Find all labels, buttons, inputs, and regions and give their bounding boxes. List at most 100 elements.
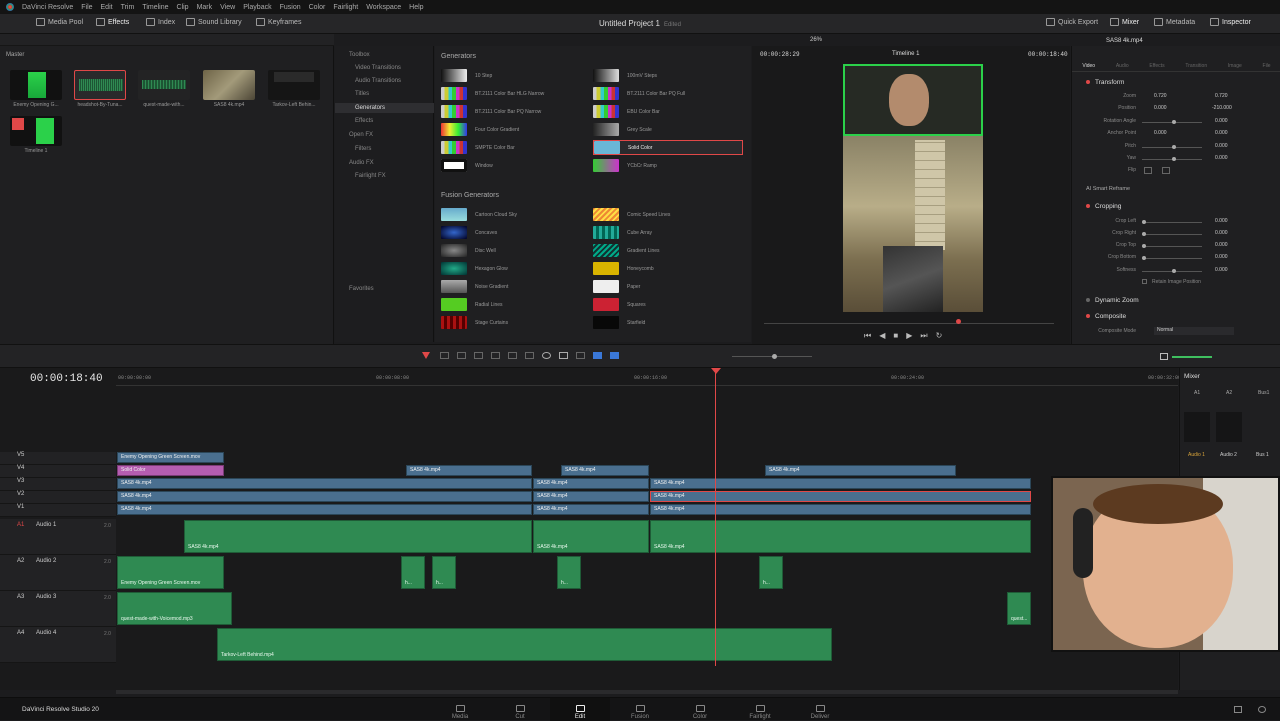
track-header-a2[interactable]: A2 Audio 2 2.0 [0,555,116,591]
generator-item[interactable]: 100mV Steps [593,68,743,83]
clip-a3-quest-end[interactable]: quest... [1007,592,1031,625]
clip-a2-headshot[interactable]: h... [557,556,581,589]
clip-v1-sas8[interactable]: SAS8 4k.mp4 [650,504,1031,515]
playhead-handle[interactable] [711,368,721,374]
track-header-v5[interactable]: V5 [0,452,116,465]
fusion-generator-item[interactable]: Stage Curtains [441,315,591,330]
master-volume-slider[interactable] [1172,356,1212,358]
home-icon[interactable] [1234,706,1242,713]
scrubber-playhead[interactable] [956,319,961,324]
clip-a2-headshot[interactable]: h... [432,556,456,589]
composite-mode-select[interactable]: Normal [1154,327,1234,335]
tab-file[interactable]: File [1263,63,1271,69]
fusion-generator-item[interactable]: Hexagon Glow [441,261,591,276]
crop-bottom-value[interactable]: 0.000 [1215,254,1228,260]
tab-transition[interactable]: Transition [1185,63,1207,69]
clip-thumb-quest[interactable] [138,70,190,100]
snapping-icon[interactable] [542,352,551,359]
enabled-dot-icon[interactable] [1086,298,1090,302]
generator-item[interactable]: BT.2111 Color Bar PQ Full [593,86,743,101]
trim-tool-icon[interactable] [440,352,449,359]
pitch-slider[interactable] [1142,145,1202,149]
crop-right-slider[interactable] [1142,232,1202,236]
fusion-generator-item[interactable]: Comic Speed Lines [593,207,743,222]
enabled-dot-icon[interactable] [1086,314,1090,318]
page-fusion[interactable]: Fusion [610,705,670,720]
section-cropping[interactable]: Cropping [1086,203,1121,210]
page-deliver[interactable]: Deliver [790,705,850,720]
clip-v3-sas8[interactable]: SAS8 4k.mp4 [533,478,649,489]
slider-knob[interactable] [1142,220,1146,224]
generator-item[interactable]: 10 Step [441,68,591,83]
clip-v2-sas8-selected[interactable]: SAS8 4k.mp4 [650,491,1031,502]
lift-icon[interactable] [525,352,534,359]
clip-v4-sas8[interactable]: SAS8 4k.mp4 [765,465,956,476]
fusion-generator-item[interactable]: Squares [593,297,743,312]
menu-workspace[interactable]: Workspace [366,4,401,11]
fusion-generator-item[interactable]: Honeycomb [593,261,743,276]
replace-icon[interactable] [508,352,517,359]
softness-slider[interactable] [1142,269,1202,273]
nav-filters[interactable]: Filters [355,146,371,152]
menu-help[interactable]: Help [409,4,423,11]
crop-left-slider[interactable] [1142,220,1202,224]
clip-thumb-sas8[interactable] [203,70,255,100]
zoom-y-value[interactable]: 0.720 [1215,93,1228,99]
clip-a1-sas8[interactable]: SAS8 4k.mp4 [533,520,649,553]
quick-export-button[interactable]: Quick Export [1046,18,1098,26]
track-header-v3[interactable]: V3 [0,478,116,491]
clip-v2-sas8[interactable]: SAS8 4k.mp4 [117,491,532,502]
nav-titles[interactable]: Titles [355,91,369,97]
crop-right-value[interactable]: 0.000 [1215,230,1228,236]
loop-icon[interactable]: ↻ [936,331,943,341]
clip-v3-sas8[interactable]: SAS8 4k.mp4 [117,478,532,489]
bin-master[interactable]: Master [6,52,24,58]
clip-v2-sas8[interactable]: SAS8 4k.mp4 [533,491,649,502]
clip-v4-sas8[interactable]: SAS8 4k.mp4 [406,465,532,476]
enabled-dot-icon[interactable] [1086,80,1090,84]
menu-fairlight[interactable]: Fairlight [333,4,358,11]
clip-v3-sas8[interactable]: SAS8 4k.mp4 [650,478,1031,489]
generator-item[interactable]: Window [441,158,591,173]
enabled-dot-icon[interactable] [1086,204,1090,208]
anchor-x-value[interactable]: 0.000 [1154,130,1167,136]
timeline-thumb[interactable] [10,116,62,146]
track-header-v1[interactable]: V1 [0,504,116,517]
generator-item[interactable]: Four Color Gradient [441,122,591,137]
play-icon[interactable]: ▶ [906,331,912,341]
track-header-v4[interactable]: V4 [0,465,116,478]
track-header-a4[interactable]: A4 Audio 4 2.0 [0,627,116,663]
track-header-a1[interactable]: A1 Audio 1 2.0 [0,519,116,555]
rotation-slider[interactable] [1142,120,1202,124]
selection-tool-icon[interactable] [422,352,430,359]
track-header-v2[interactable]: V2 [0,491,116,504]
timeline-playhead[interactable] [715,368,716,666]
menu-clip[interactable]: Clip [177,4,189,11]
yaw-slider[interactable] [1142,157,1202,161]
crop-top-value[interactable]: 0.000 [1215,242,1228,248]
clip-v4-sas8[interactable]: SAS8 4k.mp4 [561,465,649,476]
retain-checkbox[interactable] [1142,279,1147,284]
menu-mark[interactable]: Mark [197,4,213,11]
insert-icon[interactable] [474,352,483,359]
slider-knob[interactable] [1142,256,1146,260]
overwrite-icon[interactable] [491,352,500,359]
page-media[interactable]: Media [430,705,490,720]
nav-audiofx[interactable]: Audio FX [349,160,374,166]
rotation-value[interactable]: 0.000 [1215,118,1228,124]
clip-thumb-tarkov[interactable] [268,70,320,100]
fusion-generator-item[interactable]: Gradient Lines [593,243,743,258]
tab-effects[interactable]: Effects [1149,63,1164,69]
slider-knob[interactable] [1142,244,1146,248]
nav-generators[interactable]: Generators [335,103,434,113]
timeline-name[interactable]: Timeline 1 [892,51,919,57]
clip-v4-solid-color[interactable]: Solid Color [117,465,224,476]
slider-knob[interactable] [1172,157,1176,161]
section-dynamic-zoom[interactable]: Dynamic Zoom [1086,297,1139,304]
viewer-frame[interactable] [843,64,983,312]
clip-a1-sas8[interactable]: SAS8 4k.mp4 [650,520,1031,553]
nav-fairlight-fx[interactable]: Fairlight FX [355,173,386,179]
clip-a4-tarkov[interactable]: Tarkov-Left Behind.mp4 [217,628,832,661]
fusion-generator-item[interactable]: Concaves [441,225,591,240]
clip-v5-enemy[interactable]: Enemy Opening Green Screen.mov [117,452,224,463]
